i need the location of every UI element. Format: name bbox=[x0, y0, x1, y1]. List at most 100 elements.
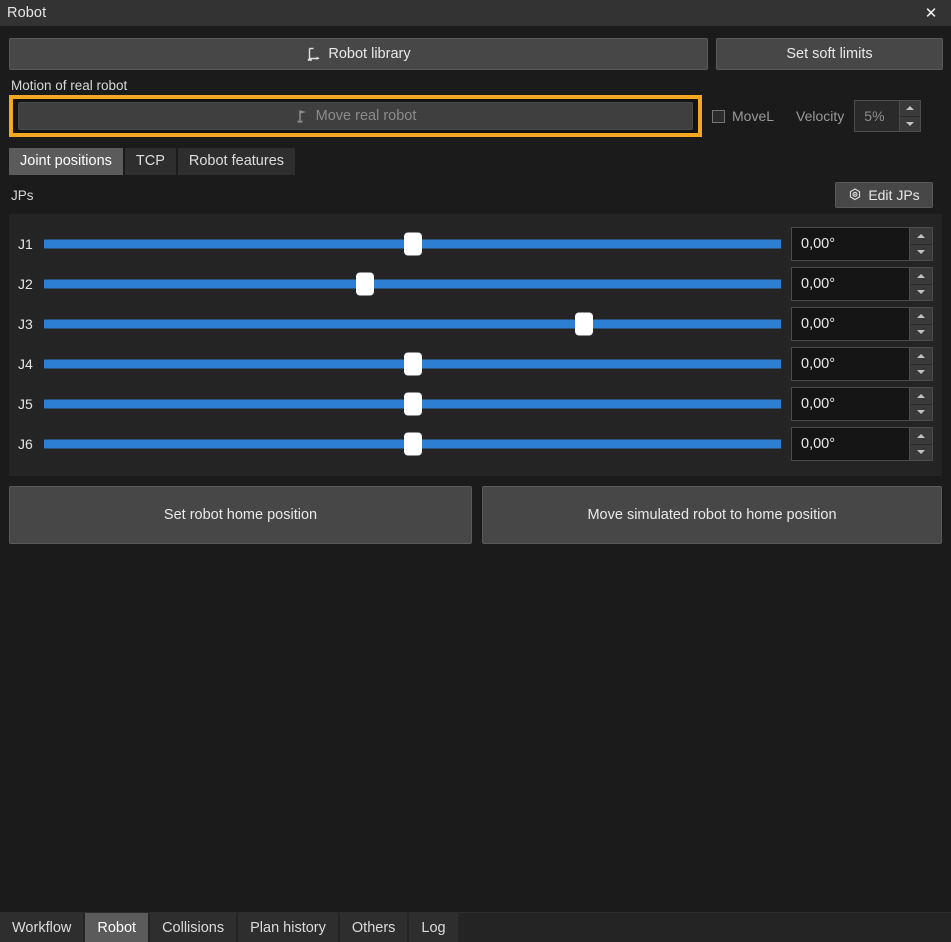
slider-handle-j5[interactable] bbox=[403, 392, 422, 416]
movel-group: MoveL bbox=[712, 108, 774, 124]
slider-handle-j2[interactable] bbox=[356, 272, 375, 296]
velocity-spinbox[interactable]: 5% bbox=[854, 100, 922, 132]
joint-value-spinbox-j1[interactable]: 0,00° bbox=[791, 227, 933, 261]
joint-label-j1: J1 bbox=[18, 236, 33, 252]
slider-handle-j3[interactable] bbox=[575, 312, 594, 336]
joint-increment-button-j5[interactable] bbox=[910, 388, 932, 404]
bottom-tab-plan-history[interactable]: Plan history bbox=[238, 913, 338, 942]
joint-value-j2[interactable]: 0,00° bbox=[791, 267, 909, 301]
joint-row-j1: J1 0,00° bbox=[18, 224, 933, 264]
joint-row-j4: J4 0,00° bbox=[18, 344, 933, 384]
joint-value-spinbox-j6[interactable]: 0,00° bbox=[791, 427, 933, 461]
joint-value-spinbox-j5[interactable]: 0,00° bbox=[791, 387, 933, 421]
joint-decrement-button-j6[interactable] bbox=[910, 443, 932, 460]
move-simulated-robot-home-label: Move simulated robot to home position bbox=[587, 507, 837, 523]
window-title: Robot bbox=[7, 5, 47, 21]
tab-joint-positions[interactable]: Joint positions bbox=[9, 148, 123, 175]
joint-value-j5[interactable]: 0,00° bbox=[791, 387, 909, 421]
chevron-down-icon bbox=[917, 450, 925, 455]
joint-slider-j6[interactable] bbox=[44, 429, 781, 459]
chevron-up-icon bbox=[906, 106, 915, 111]
chevron-down-icon bbox=[917, 410, 925, 415]
edit-jps-label: Edit JPs bbox=[868, 187, 920, 203]
top-button-row: Robot library Set soft limits bbox=[9, 38, 943, 70]
slider-groove bbox=[44, 279, 781, 289]
joint-value-j1[interactable]: 0,00° bbox=[791, 227, 909, 261]
set-robot-home-position-label: Set robot home position bbox=[163, 507, 318, 523]
joint-label-j4: J4 bbox=[18, 356, 33, 372]
slider-handle-j1[interactable] bbox=[403, 232, 422, 256]
move-real-robot-button[interactable]: Move real robot bbox=[18, 102, 693, 130]
joint-slider-j3[interactable] bbox=[44, 309, 781, 339]
joint-increment-button-j1[interactable] bbox=[910, 228, 932, 244]
joint-decrement-button-j2[interactable] bbox=[910, 283, 932, 300]
motion-row: Move real robot MoveL Velocity 5% bbox=[9, 95, 942, 137]
robot-arm-icon bbox=[306, 46, 323, 63]
joint-decrement-button-j5[interactable] bbox=[910, 403, 932, 420]
robot-library-button[interactable]: Robot library bbox=[9, 38, 708, 70]
bottom-tab-workflow[interactable]: Workflow bbox=[0, 913, 84, 942]
joint-value-spinbox-j2[interactable]: 0,00° bbox=[791, 267, 933, 301]
close-icon[interactable]: ✕ bbox=[911, 0, 951, 26]
joint-spin-buttons-j3 bbox=[909, 307, 933, 341]
joint-label-j2: J2 bbox=[18, 276, 33, 292]
joint-decrement-button-j3[interactable] bbox=[910, 323, 932, 340]
joint-slider-j4[interactable] bbox=[44, 349, 781, 379]
chevron-up-icon bbox=[917, 393, 925, 398]
joint-increment-button-j2[interactable] bbox=[910, 268, 932, 284]
window-titlebar: Robot ✕ bbox=[0, 0, 951, 26]
motion-group-label: Motion of real robot bbox=[11, 78, 128, 93]
joint-increment-button-j3[interactable] bbox=[910, 308, 932, 324]
joint-label-j3: J3 bbox=[18, 316, 33, 332]
edit-jps-button[interactable]: Edit JPs bbox=[835, 182, 933, 208]
joint-label-j6: J6 bbox=[18, 436, 33, 452]
joint-value-j4[interactable]: 0,00° bbox=[791, 347, 909, 381]
joint-value-j3[interactable]: 0,00° bbox=[791, 307, 909, 341]
joint-value-j6[interactable]: 0,00° bbox=[791, 427, 909, 461]
robot-arm-icon bbox=[295, 108, 311, 124]
joint-decrement-button-j4[interactable] bbox=[910, 363, 932, 380]
set-soft-limits-button[interactable]: Set soft limits bbox=[716, 38, 943, 70]
joint-sliders-panel: J1 0,00° J2 0,00° J3 0,00° J4 0,00° J5 0… bbox=[9, 214, 942, 476]
chevron-down-icon bbox=[906, 121, 915, 126]
joint-row-j2: J2 0,00° bbox=[18, 264, 933, 304]
bottom-tab-collisions[interactable]: Collisions bbox=[150, 913, 237, 942]
movel-label: MoveL bbox=[732, 108, 775, 124]
joint-increment-button-j6[interactable] bbox=[910, 428, 932, 444]
movel-checkbox[interactable] bbox=[712, 109, 725, 123]
velocity-label: Velocity bbox=[796, 108, 845, 124]
joint-slider-j2[interactable] bbox=[44, 269, 781, 299]
set-robot-home-position-button[interactable]: Set robot home position bbox=[9, 486, 472, 544]
gear-icon bbox=[848, 188, 862, 202]
velocity-increment-button[interactable] bbox=[900, 101, 921, 116]
joint-row-j5: J5 0,00° bbox=[18, 384, 933, 424]
joint-value-spinbox-j3[interactable]: 0,00° bbox=[791, 307, 933, 341]
move-simulated-robot-home-button[interactable]: Move simulated robot to home position bbox=[482, 486, 942, 544]
joint-spin-buttons-j4 bbox=[909, 347, 933, 381]
joint-decrement-button-j1[interactable] bbox=[910, 243, 932, 260]
chevron-down-icon bbox=[917, 290, 925, 295]
bottom-tab-log[interactable]: Log bbox=[409, 913, 458, 942]
home-position-actions: Set robot home position Move simulated r… bbox=[9, 486, 942, 544]
bottom-tab-robot[interactable]: Robot bbox=[85, 913, 149, 942]
tab-robot-features[interactable]: Robot features bbox=[177, 148, 296, 175]
joint-row-j6: J6 0,00° bbox=[18, 424, 933, 464]
joint-value-spinbox-j4[interactable]: 0,00° bbox=[791, 347, 933, 381]
move-real-robot-highlight: Move real robot bbox=[9, 95, 702, 137]
velocity-decrement-button[interactable] bbox=[900, 115, 921, 131]
joint-spin-buttons-j6 bbox=[909, 427, 933, 461]
set-soft-limits-label: Set soft limits bbox=[786, 46, 873, 62]
joint-increment-button-j4[interactable] bbox=[910, 348, 932, 364]
slider-handle-j4[interactable] bbox=[403, 352, 422, 376]
tab-tcp[interactable]: TCP bbox=[124, 148, 176, 175]
move-real-robot-label: Move real robot bbox=[315, 108, 417, 124]
robot-panel: Robot ✕ Robot library Set soft limits Mo… bbox=[0, 0, 951, 942]
slider-handle-j6[interactable] bbox=[403, 432, 422, 456]
joint-slider-j5[interactable] bbox=[44, 389, 781, 419]
chevron-down-icon bbox=[917, 370, 925, 375]
bottom-tabbar-filler bbox=[459, 913, 951, 942]
velocity-value[interactable]: 5% bbox=[854, 100, 900, 132]
bottom-tab-others[interactable]: Others bbox=[339, 913, 408, 942]
joint-label-j5: J5 bbox=[18, 396, 33, 412]
joint-slider-j1[interactable] bbox=[44, 229, 781, 259]
